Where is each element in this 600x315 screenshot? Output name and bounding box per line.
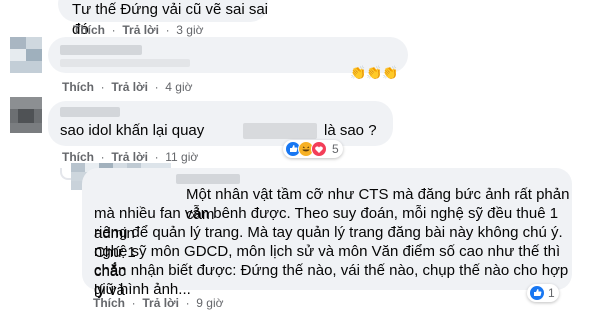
timestamp: 3 giờ [176, 23, 204, 37]
timestamp: 11 giờ [165, 150, 199, 164]
reply-link[interactable]: Trả lời [142, 296, 179, 310]
comment-actions-3: Thích · Trả lời · 11 giờ [62, 150, 199, 164]
redacted-name [60, 45, 142, 55]
like-link[interactable]: Thích [93, 296, 125, 310]
clapping-hands-icon: 👏 [382, 65, 399, 80]
like-icon [529, 285, 545, 301]
reaction-count: 1 [548, 286, 555, 300]
avatar-pixel [71, 163, 85, 172]
comment-actions-2: Thích · Trả lời · 4 giờ [62, 80, 193, 94]
avatar[interactable] [10, 97, 42, 133]
redacted-name [176, 174, 240, 184]
redacted-text [243, 123, 317, 139]
reaction-count: 5 [332, 142, 339, 156]
comment-bubble-3: sao idol khấn lại quay là sao ? [48, 101, 393, 146]
avatar-pixel [10, 49, 26, 61]
redacted-name [60, 107, 120, 117]
reply-link[interactable]: Trả lời [111, 80, 148, 94]
avatar-pixel [18, 109, 34, 123]
comment-bubble-1: Tư thế Đứng vải cũ vẽ sai sai đó [58, 0, 268, 38]
comment-text-3-after: là sao ? [324, 122, 377, 139]
clapping-hands-icon: 👏 [366, 65, 383, 80]
love-icon [311, 141, 327, 157]
like-link[interactable]: Thích [62, 80, 94, 94]
avatar-pixel [10, 97, 42, 109]
avatar[interactable] [10, 37, 42, 73]
reply-link[interactable]: Trả lời [122, 23, 159, 37]
avatar-pixel [10, 37, 26, 49]
reaction-summary-4[interactable]: 1 [527, 284, 559, 302]
redacted-text [60, 59, 190, 67]
comment-actions-1: Thích · Trả lời · 3 giờ [73, 23, 204, 37]
avatar-pixel [26, 37, 42, 49]
avatar-pixel [10, 61, 42, 73]
like-link[interactable]: Thích [73, 23, 105, 37]
comment-text-3-before: sao idol khấn lại quay [60, 122, 205, 139]
reaction-summary-2[interactable]: 👏 👏 👏 [348, 64, 403, 82]
avatar-pixel [10, 123, 42, 133]
comment-bubble-4: Một nhân vật tầm cỡ như CTS mà đăng bức … [82, 168, 572, 299]
comment-actions-4: Thích · Trả lời · 9 giờ [93, 296, 224, 310]
reaction-summary-3[interactable]: 5 [283, 140, 343, 158]
like-link[interactable]: Thích [62, 150, 94, 164]
reply-link[interactable]: Trả lời [111, 150, 148, 164]
timestamp: 9 giờ [196, 296, 224, 310]
clapping-hands-icon: 👏 [350, 65, 367, 80]
timestamp: 4 giờ [165, 80, 193, 94]
avatar-pixel [26, 49, 42, 61]
